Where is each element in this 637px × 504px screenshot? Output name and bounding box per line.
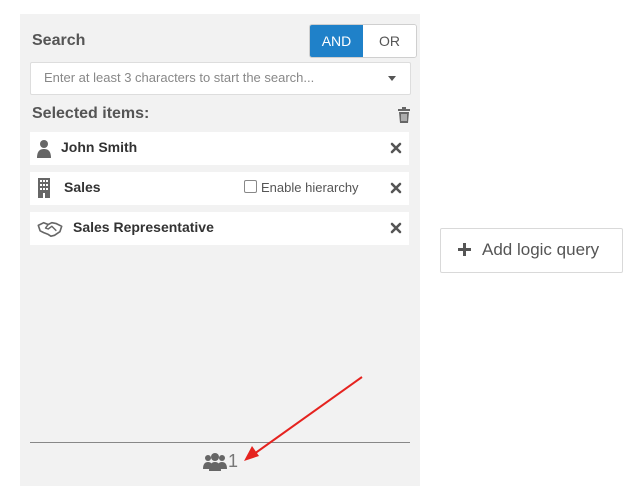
search-input[interactable]: Enter at least 3 characters to start the… [30, 62, 411, 95]
chevron-down-icon[interactable] [388, 76, 396, 81]
selected-item-sales: Sales Enable hierarchy [30, 172, 409, 205]
operator-toggle: AND OR [309, 24, 417, 58]
enable-hierarchy-label: Enable hierarchy [261, 180, 359, 195]
users-icon [203, 452, 227, 471]
trash-icon[interactable] [398, 107, 410, 123]
result-count-value: 1 [228, 451, 239, 471]
plus-icon [458, 243, 471, 256]
hierarchy-toggle[interactable]: Enable hierarchy [244, 180, 359, 195]
selected-items-title: Selected items: [32, 105, 150, 122]
search-placeholder: Enter at least 3 characters to start the… [44, 70, 315, 85]
and-button[interactable]: AND [310, 25, 363, 57]
page: Search AND OR Enter at least 3 character… [0, 0, 637, 504]
search-panel: Search AND OR Enter at least 3 character… [20, 14, 420, 486]
selected-item-sales-representative: Sales Representative [30, 212, 409, 245]
selected-item-label: Sales Representative [73, 219, 214, 235]
or-button[interactable]: OR [363, 25, 416, 57]
selected-item-label: Sales [64, 179, 101, 195]
user-icon [37, 140, 51, 158]
result-count: 1 [203, 451, 238, 472]
add-logic-query-label: Add logic query [482, 240, 600, 259]
remove-icon[interactable] [390, 222, 402, 234]
footer-divider [30, 442, 410, 443]
selected-item-john-smith: John Smith [30, 132, 409, 165]
selected-item-label: John Smith [61, 139, 138, 155]
enable-hierarchy-checkbox[interactable] [244, 180, 257, 193]
remove-icon[interactable] [390, 182, 402, 194]
building-icon [38, 178, 50, 198]
handshake-icon [37, 221, 63, 238]
add-logic-query-button[interactable]: Add logic query [440, 228, 623, 273]
remove-icon[interactable] [390, 142, 402, 154]
search-title: Search [32, 32, 86, 49]
